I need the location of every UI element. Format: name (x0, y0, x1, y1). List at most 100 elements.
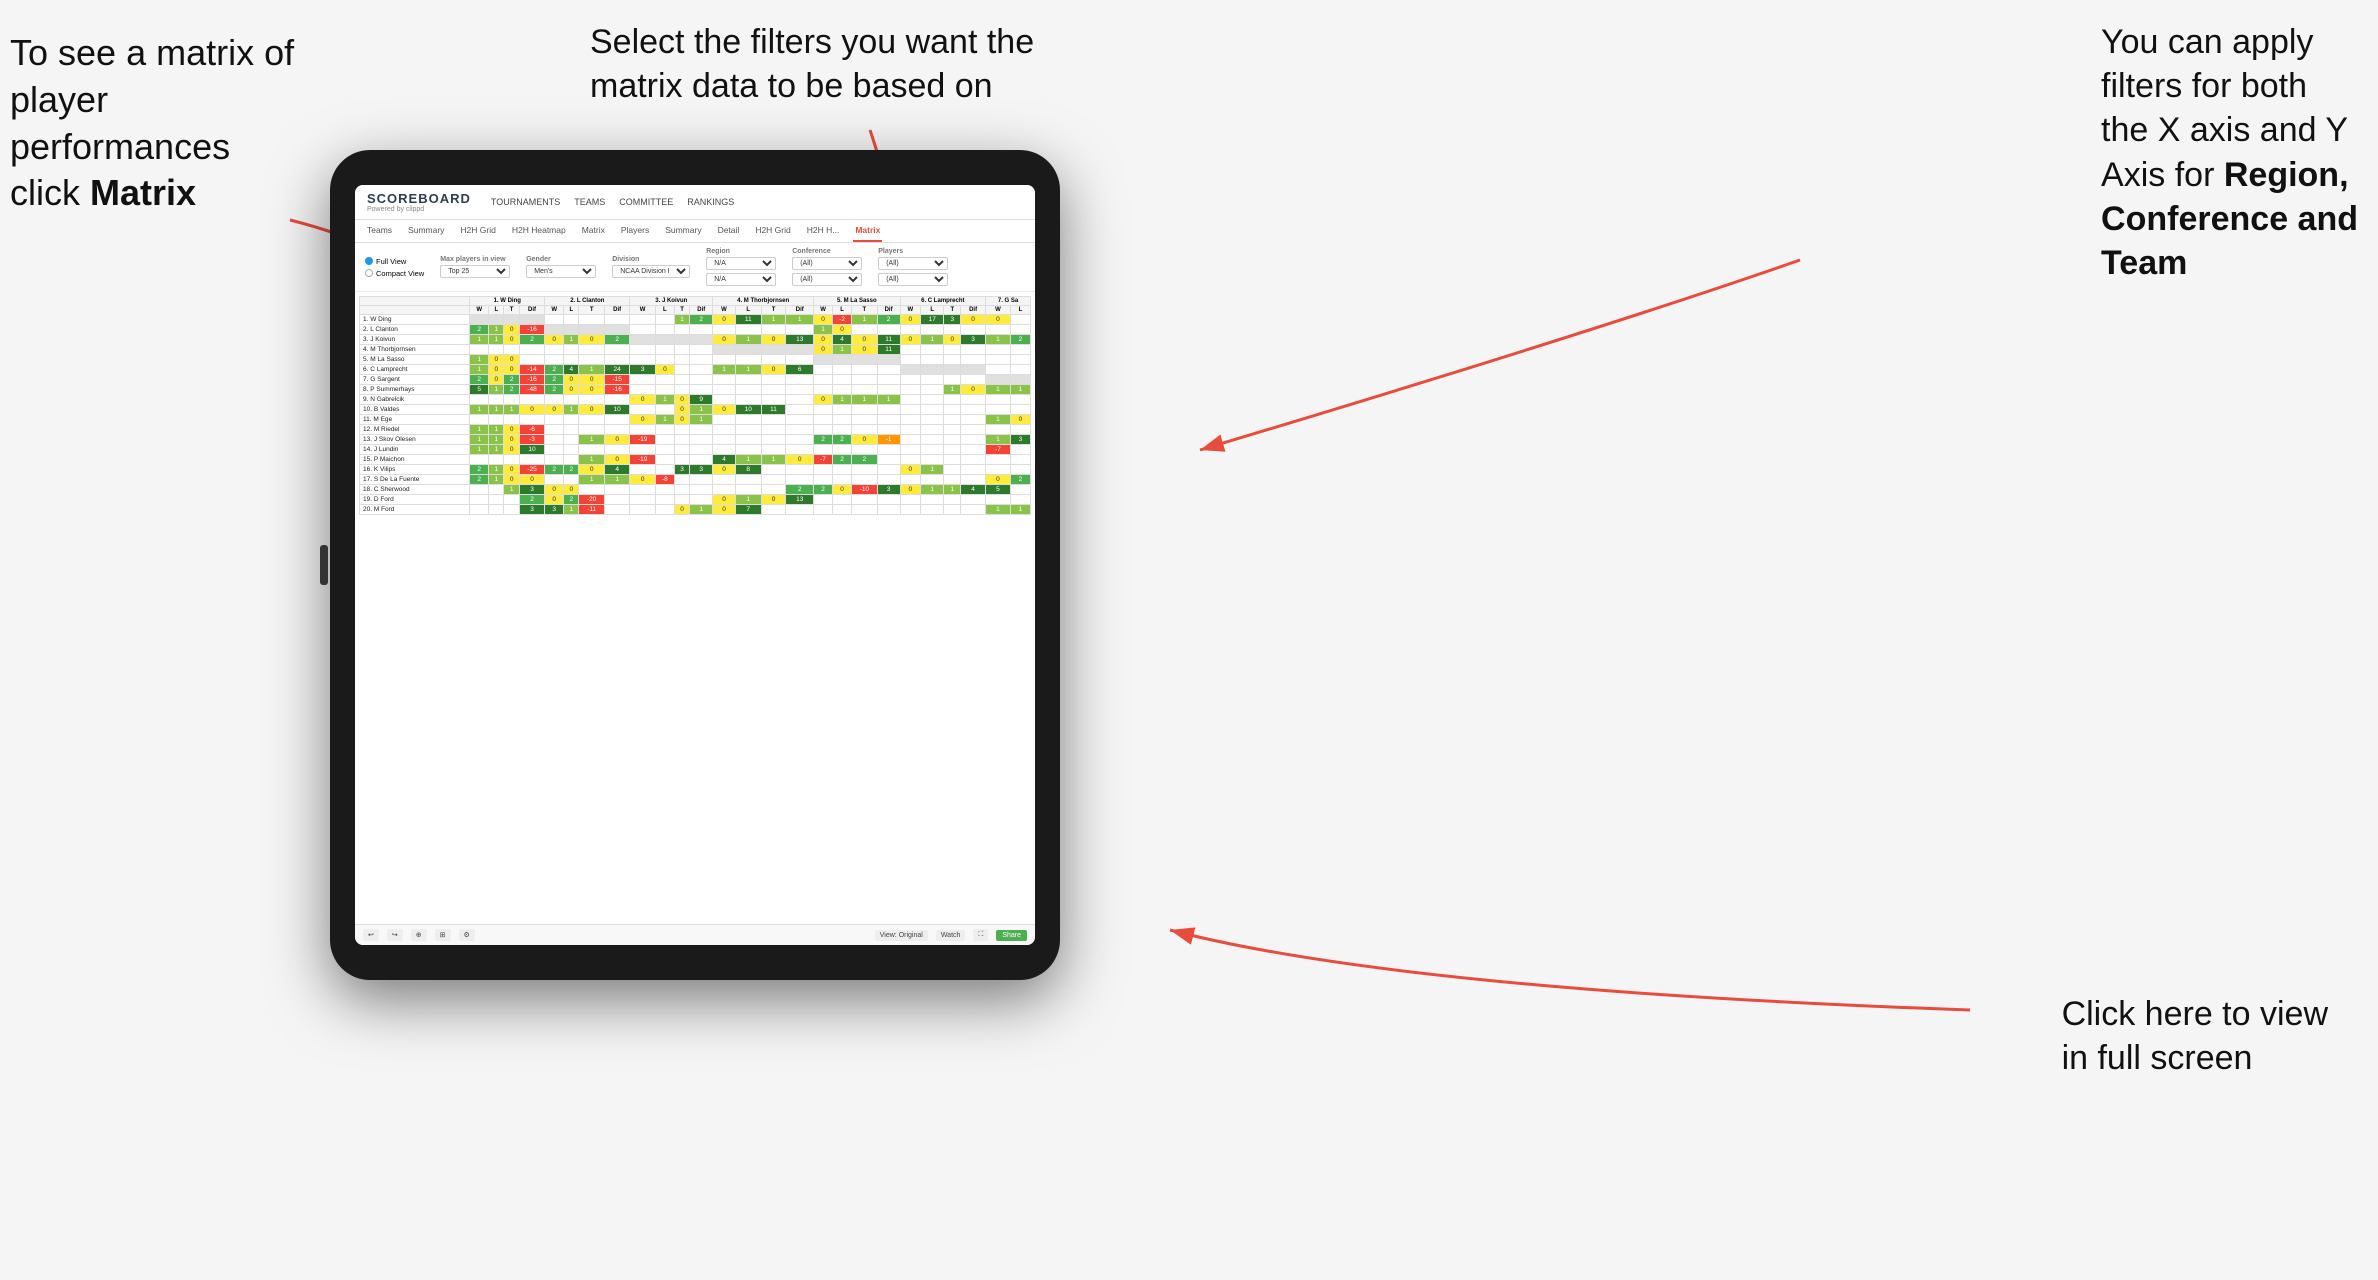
cell-1-14 (761, 325, 786, 335)
cell-19-6: -11 (579, 505, 604, 515)
cell-6-4: 2 (545, 375, 564, 385)
cell-13-14 (761, 445, 786, 455)
cell-11-4 (545, 425, 564, 435)
view-original-btn[interactable]: View: Original (875, 930, 928, 941)
cell-9-6: 0 (579, 405, 604, 415)
players-select-2[interactable]: (All) (878, 273, 948, 286)
nav-teams[interactable]: TEAMS (574, 197, 605, 207)
cell-3-24 (986, 345, 1011, 355)
region-select-1[interactable]: N/A (706, 257, 776, 270)
cell-17-23: 4 (961, 485, 986, 495)
cell-16-12 (713, 475, 736, 485)
cell-6-7: -15 (604, 375, 629, 385)
cell-2-12: 0 (713, 335, 736, 345)
player-name-11: 12. M Riedel (360, 425, 470, 435)
cell-17-22: 1 (944, 485, 961, 495)
tab-h2h-grid2[interactable]: H2H Grid (753, 220, 792, 242)
tab-h2h-grid[interactable]: H2H Grid (458, 220, 497, 242)
tab-summary2[interactable]: Summary (663, 220, 703, 242)
cell-15-10: 3 (674, 465, 689, 475)
cell-17-7 (604, 485, 629, 495)
cell-0-21: 17 (921, 315, 944, 325)
share-btn[interactable]: Share (996, 930, 1027, 941)
nav-rankings[interactable]: RANKINGS (687, 197, 734, 207)
cell-3-21 (921, 345, 944, 355)
tab-teams[interactable]: Teams (365, 220, 394, 242)
region-select-2[interactable]: N/A (706, 273, 776, 286)
cell-4-19 (877, 355, 900, 365)
sub-w7: W (986, 306, 1011, 315)
cell-1-22 (944, 325, 961, 335)
cell-7-16 (814, 385, 833, 395)
cell-9-24 (986, 405, 1011, 415)
cell-8-5 (564, 395, 579, 405)
cell-13-13 (735, 445, 761, 455)
cell-4-17 (833, 355, 852, 365)
cell-7-25: 1 (1010, 385, 1030, 395)
gender-select[interactable]: Men's (526, 265, 596, 278)
player-name-18: 19. D Ford (360, 495, 470, 505)
cell-15-24 (986, 465, 1011, 475)
grid-btn[interactable]: ⊞ (435, 929, 451, 941)
cell-11-12 (713, 425, 736, 435)
zoom-btn[interactable]: ⊕ (411, 929, 427, 941)
undo-btn[interactable]: ↩ (363, 929, 379, 941)
cell-11-9 (655, 425, 674, 435)
cell-16-4 (545, 475, 564, 485)
tab-matrix[interactable]: Matrix (580, 220, 607, 242)
sub-w3: W (630, 306, 655, 315)
cell-8-25 (1010, 395, 1030, 405)
division-label: Division (612, 256, 690, 263)
cell-0-11: 2 (690, 315, 713, 325)
cell-9-12: 0 (713, 405, 736, 415)
full-view-radio[interactable] (365, 257, 373, 265)
fullscreen-btn[interactable]: ⛶ (973, 929, 988, 941)
cell-2-2: 0 (504, 335, 519, 345)
max-players-select[interactable]: Top 25 (440, 265, 510, 278)
cell-0-25 (1010, 315, 1030, 325)
tab-detail[interactable]: Detail (716, 220, 742, 242)
full-view-option[interactable]: Full View (365, 257, 424, 266)
cell-12-3: -3 (519, 435, 544, 445)
filter-gender: Gender Men's (526, 256, 596, 278)
tab-summary[interactable]: Summary (406, 220, 446, 242)
cell-10-4 (545, 415, 564, 425)
table-row: 6. C Lamprecht100-1424124301106 (360, 365, 1031, 375)
tab-h2h-heatmap[interactable]: H2H Heatmap (510, 220, 568, 242)
nav-tournaments[interactable]: TOURNAMENTS (491, 197, 560, 207)
conference-select-2[interactable]: (All) (792, 273, 862, 286)
cell-18-18 (852, 495, 877, 505)
cell-8-13 (735, 395, 761, 405)
watch-btn[interactable]: Watch (936, 930, 966, 941)
cell-4-23 (961, 355, 986, 365)
tab-players[interactable]: Players (619, 220, 651, 242)
tab-matrix-active[interactable]: Matrix (853, 220, 882, 242)
cell-1-15 (786, 325, 814, 335)
cell-9-1: 1 (489, 405, 504, 415)
cell-6-9 (655, 375, 674, 385)
tab-h2h-h[interactable]: H2H H... (805, 220, 842, 242)
settings-btn[interactable]: ⚙ (459, 929, 475, 941)
cell-5-1: 0 (489, 365, 504, 375)
cell-3-7 (604, 345, 629, 355)
division-select[interactable]: NCAA Division I (612, 265, 690, 278)
cell-2-5: 1 (564, 335, 579, 345)
cell-4-22 (944, 355, 961, 365)
redo-btn[interactable]: ↪ (387, 929, 403, 941)
matrix-container[interactable]: 1. W Ding 2. L Clanton 3. J Koivun 4. M … (355, 292, 1035, 924)
table-row: 5. M La Sasso100 (360, 355, 1031, 365)
conference-select-1[interactable]: (All) (792, 257, 862, 270)
compact-view-radio[interactable] (365, 269, 373, 277)
bottom-toolbar: ↩ ↪ ⊕ ⊞ ⚙ View: Original Watch ⛶ Share (355, 924, 1035, 945)
nav-committee[interactable]: COMMITTEE (619, 197, 673, 207)
cell-3-6 (579, 345, 604, 355)
cell-12-15 (786, 435, 814, 445)
cell-4-7 (604, 355, 629, 365)
cell-1-0: 2 (470, 325, 489, 335)
cell-16-10 (674, 475, 689, 485)
compact-view-option[interactable]: Compact View (365, 269, 424, 278)
cell-7-17 (833, 385, 852, 395)
players-select-1[interactable]: (All) (878, 257, 948, 270)
cell-13-1: 1 (489, 445, 504, 455)
cell-11-17 (833, 425, 852, 435)
